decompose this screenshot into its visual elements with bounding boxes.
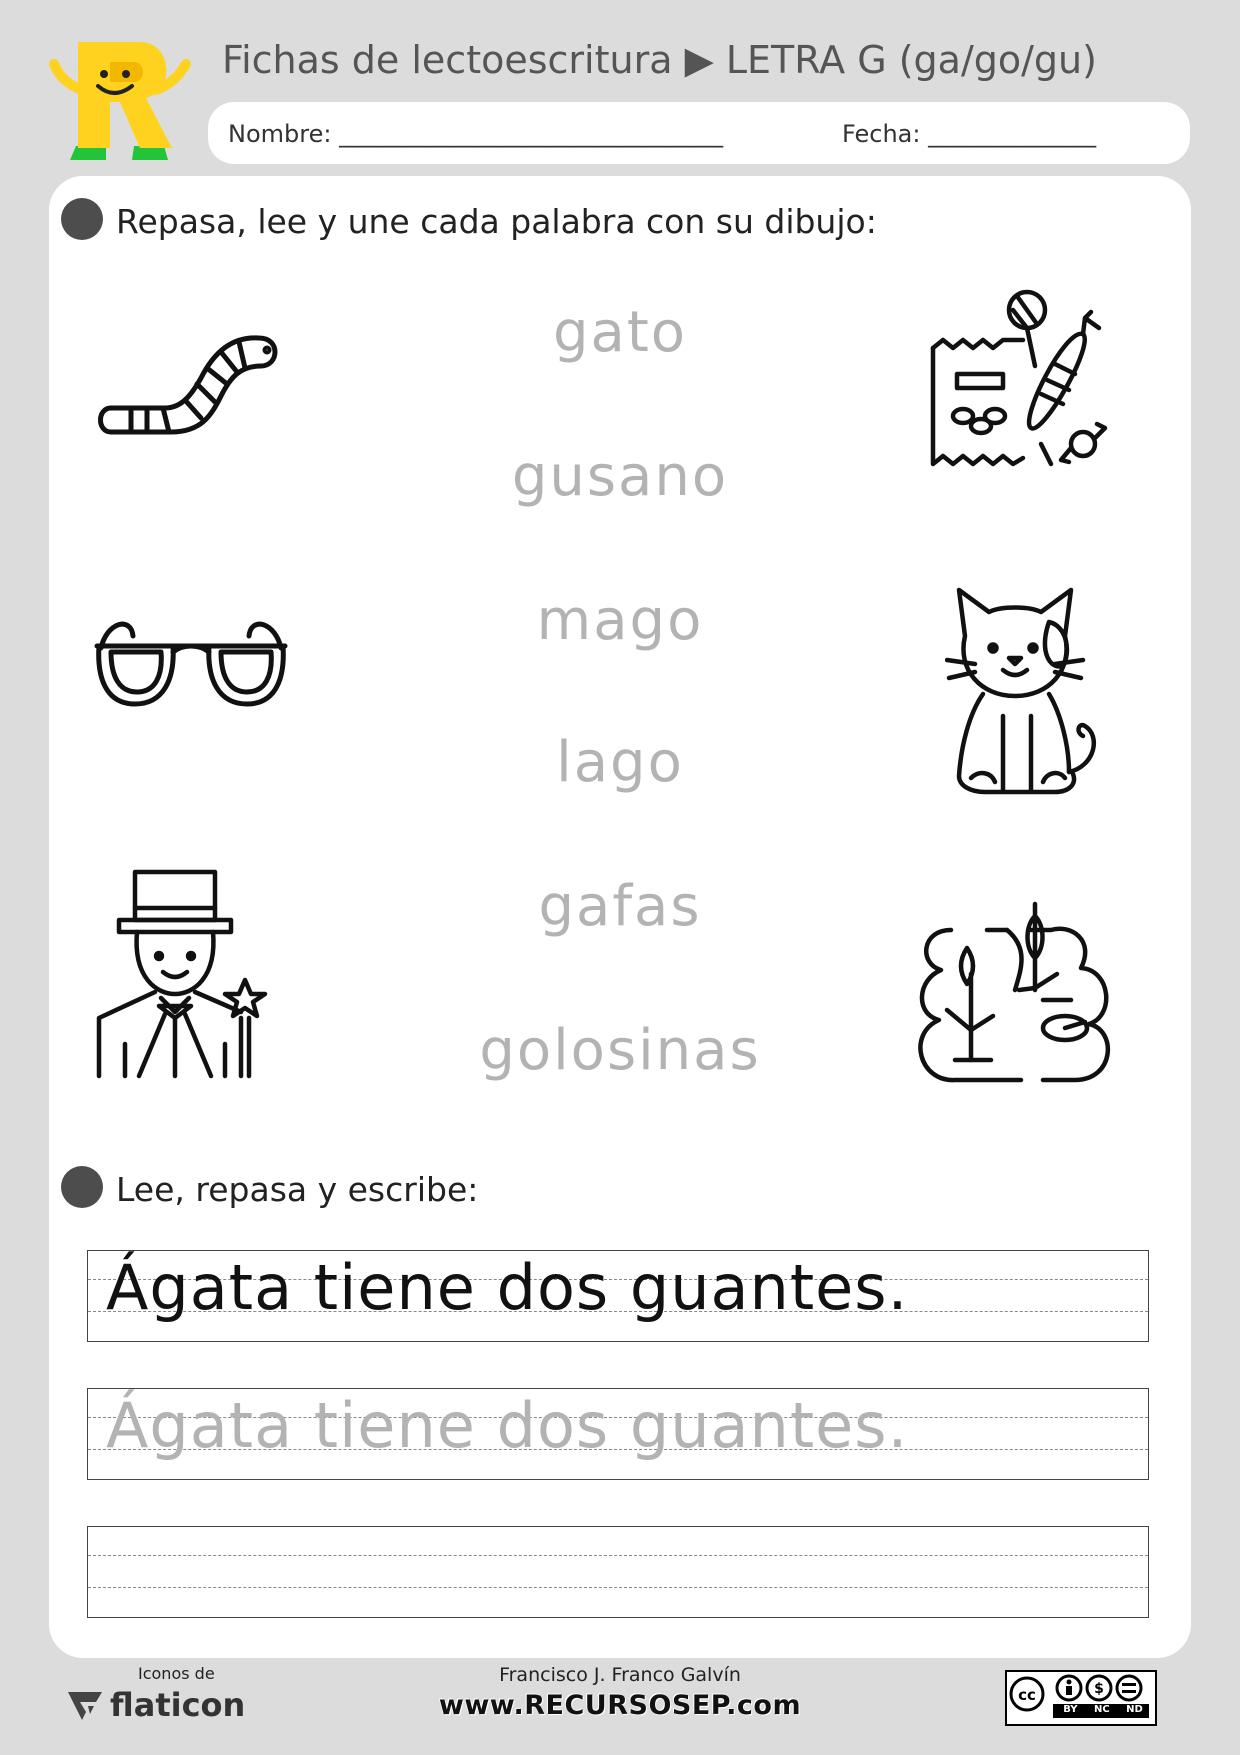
cc-license-badge: cc $ BY NC ND	[1005, 1670, 1157, 1726]
section2-instruction: Lee, repasa y escribe:	[116, 1170, 479, 1209]
writing-line-blank[interactable]	[87, 1526, 1149, 1618]
svg-text:cc: cc	[1018, 1686, 1036, 1704]
model-sentence: Ágata tiene dos guantes.	[106, 1251, 909, 1324]
writing-line-trace: Ágata tiene dos guantes.	[87, 1388, 1149, 1480]
sweets-icon	[930, 289, 1108, 467]
recursosep-logo	[49, 42, 191, 160]
svg-text:$: $	[1094, 1681, 1104, 1697]
license-by: BY	[1063, 1704, 1078, 1715]
cat-icon	[945, 587, 1096, 795]
flaticon-credit: Iconos de flaticon	[66, 1664, 246, 1734]
license-nd: ND	[1126, 1704, 1143, 1715]
name-field[interactable]: Nombre: ________________________________	[228, 120, 723, 148]
author-name: Francisco J. Franco Galvín	[499, 1664, 741, 1686]
section-bullet	[61, 1166, 103, 1208]
license-nc: NC	[1093, 1704, 1110, 1715]
trace-sentence: Ágata tiene dos guantes.	[106, 1389, 909, 1462]
name-date-bar: Nombre: ________________________________…	[208, 102, 1190, 164]
pond-icon	[918, 901, 1111, 1083]
writing-line-model: Ágata tiene dos guantes.	[87, 1250, 1149, 1342]
author-credit: Francisco J. Franco Galvín www.RECURSOSE…	[430, 1664, 810, 1721]
glasses-icon	[94, 621, 288, 707]
section-bullet	[61, 198, 103, 240]
flaticon-wordmark: flaticon	[110, 1686, 246, 1724]
flaticon-logo-icon	[68, 1692, 102, 1720]
magician-icon	[96, 869, 268, 1079]
date-field[interactable]: Fecha: ______________	[842, 120, 1096, 148]
worksheet-title: Fichas de lectoescritura ▶ LETRA G (ga/g…	[222, 38, 1097, 82]
worksheet-card: Repasa, lee y une cada palabra con su di…	[49, 176, 1191, 1658]
worm-icon	[98, 335, 278, 435]
website-link[interactable]: www.RECURSOSEP.com	[430, 1690, 810, 1721]
icons-label: Iconos de	[138, 1664, 215, 1683]
section1-instruction: Repasa, lee y une cada palabra con su di…	[116, 202, 877, 241]
